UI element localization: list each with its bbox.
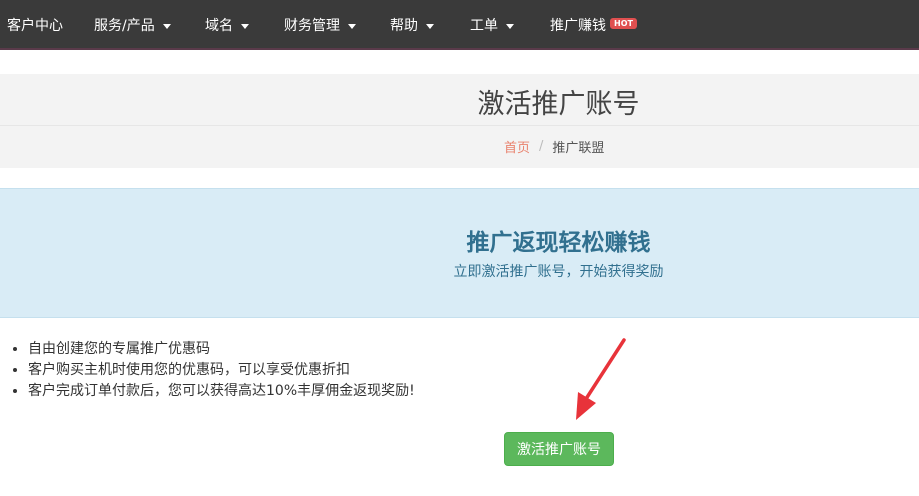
top-navbar: 客户中心 服务/产品 域名 财务管理 帮助 工单 推广赚钱 HOT [0,0,919,50]
nav-item-label: 工单 [470,18,498,34]
annotation-arrow-icon [576,338,626,420]
caret-down-icon [162,23,171,29]
nav-item-label: 域名 [205,18,233,34]
breadcrumb-current: 推广联盟 [552,141,605,156]
nav-item-label: 财务管理 [284,18,340,34]
list-item: 客户完成订单付款后，您可以获得高达10%丰厚佣金返现奖励! [28,381,415,402]
activate-affiliate-button[interactable]: 激活推广账号 [504,432,614,466]
breadcrumb-home-link[interactable]: 首页 [504,137,530,156]
nav-item-services-products[interactable]: 服务/产品 [94,0,171,50]
hot-badge: HOT [610,18,637,29]
nav-item-label: 推广赚钱 [550,18,606,34]
nav-item-label: 客户中心 [7,18,63,34]
promo-subtitle: 立即激活推广账号，开始获得奖励 [453,264,664,280]
nav-item-label: 帮助 [390,18,418,34]
breadcrumb: 首页 / 推广联盟 [504,137,604,156]
page-title: 激活推广账号 [477,89,640,120]
breadcrumb-separator: / [539,139,544,154]
caret-down-icon [426,23,434,29]
promo-banner: 推广返现轻松赚钱 立即激活推广账号，开始获得奖励 [0,188,919,318]
caret-down-icon [506,23,514,29]
benefits-list: 自由创建您的专属推广优惠码 客户购买主机时使用您的优惠码，可以享受优惠折扣 客户… [10,339,415,402]
nav-item-billing[interactable]: 财务管理 [284,0,356,50]
header-divider [0,125,919,126]
list-item: 自由创建您的专属推广优惠码 [28,339,415,360]
nav-item-domains[interactable]: 域名 [205,0,249,50]
nav-item-tickets[interactable]: 工单 [470,0,514,50]
promo-title: 推广返现轻松赚钱 [466,230,651,256]
nav-item-help[interactable]: 帮助 [390,0,434,50]
nav-item-affiliate[interactable]: 推广赚钱 HOT [550,0,637,50]
nav-item-label: 服务/产品 [94,18,155,34]
caret-down-icon [241,23,249,29]
list-item: 客户购买主机时使用您的优惠码，可以享受优惠折扣 [28,360,415,381]
nav-item-client-center[interactable]: 客户中心 [7,0,63,50]
page-header: 激活推广账号 首页 / 推广联盟 [0,74,919,168]
caret-down-icon [348,23,356,29]
